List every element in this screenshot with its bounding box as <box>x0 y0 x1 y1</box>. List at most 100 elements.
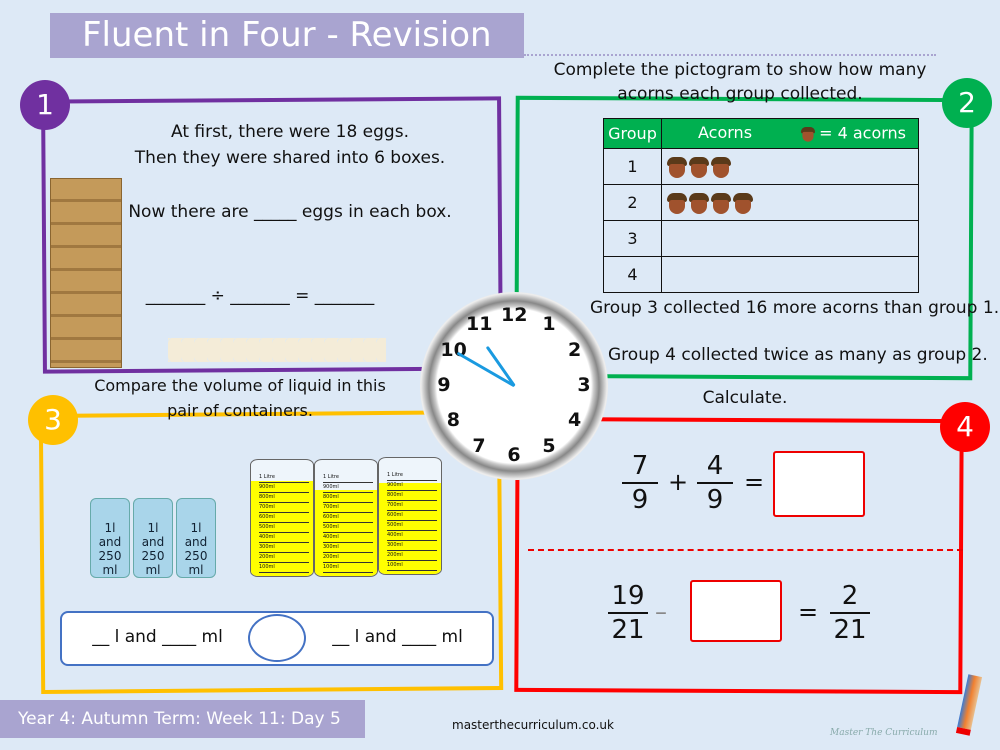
scale-mark: 1 Litre <box>387 472 437 481</box>
q2-instruction-2: acorns each group collected. <box>617 84 863 104</box>
q4-heading: Calculate. <box>702 388 788 408</box>
question-4-badge: 4 <box>940 402 990 452</box>
group-cell: 3 <box>603 220 662 257</box>
divider-dashed <box>528 549 963 551</box>
group-cell: 1 <box>603 148 662 185</box>
clock-number: 12 <box>501 304 528 326</box>
scale-mark: 500ml <box>323 524 373 533</box>
pictogram-table: Group Acorns = 4 acorns 1 2 3 4 <box>603 118 919 293</box>
scale-mark: 400ml <box>259 534 309 543</box>
answer-box-2[interactable] <box>690 580 782 642</box>
footer-url[interactable]: masterthecurriculum.co.uk <box>452 718 614 732</box>
equals-sign: = <box>744 468 765 496</box>
acorn-icon <box>733 192 753 214</box>
page-title: Fluent in Four - Revision <box>50 13 524 58</box>
answer-left[interactable]: __ l and ____ ml <box>70 627 245 647</box>
boxes-image <box>50 178 122 368</box>
scale-mark: 700ml <box>323 504 373 513</box>
eggs-image <box>168 338 386 362</box>
q3-line1: Compare the volume of liquid in this <box>94 376 386 395</box>
jar: 1l and 250 ml <box>133 498 173 578</box>
clock-number: 9 <box>437 374 451 396</box>
q1-equation: _______ ÷ _______ = _______ <box>145 286 375 306</box>
jar: 1l and 250 ml <box>90 498 130 578</box>
scale-mark: 900ml <box>387 482 437 491</box>
clock-number: 5 <box>542 434 556 457</box>
fraction: 2 21 <box>830 580 870 646</box>
scale-mark: 700ml <box>387 502 437 511</box>
comparison-circle[interactable] <box>248 614 306 662</box>
plus-sign: + <box>668 468 689 496</box>
q2-instruction-1: Complete the pictogram to show how many <box>553 60 927 80</box>
question-2-badge: 2 <box>942 78 992 128</box>
minus-sign: – <box>655 598 667 626</box>
key-label: = 4 acorns <box>819 123 906 142</box>
acorn-icon <box>711 192 731 214</box>
q1-line3: Now there are _____ eggs in each box. <box>128 202 452 222</box>
q1-line1: At first, there were 18 eggs. <box>171 122 409 142</box>
clock-number: 2 <box>567 339 582 361</box>
q1-line2: Then they were shared into 6 boxes. <box>134 148 446 168</box>
scale-mark: 700ml <box>259 504 309 513</box>
scale-mark: 300ml <box>259 544 309 553</box>
acorn-cell[interactable] <box>661 220 919 257</box>
scale-mark: 200ml <box>387 552 437 561</box>
clock-number: 1 <box>542 313 556 336</box>
hour-hand <box>485 345 516 387</box>
beaker: 1 Litre 900ml 800ml 700ml 600ml 500ml 400ml 300… <box>378 457 442 575</box>
scale-mark: 800ml <box>259 494 309 503</box>
header-acorns: Acorns <box>698 122 753 142</box>
scale-mark: 100ml <box>259 564 309 573</box>
scale-mark: 1 Litre <box>259 474 309 483</box>
acorn-cell[interactable] <box>661 148 919 185</box>
question-4-panel <box>514 416 964 695</box>
clock-number: 7 <box>472 434 486 457</box>
acorn-icon <box>689 156 709 178</box>
q3-line2: pair of containers. <box>167 401 313 420</box>
scale-mark: 800ml <box>387 492 437 501</box>
q2-fact-2: Group 4 collected twice as many as group… <box>608 345 988 365</box>
footer-label: Year 4: Autumn Term: Week 11: Day 5 <box>0 700 365 738</box>
jar: 1l and 250 ml <box>176 498 216 578</box>
logo-text: Master The Curriculum <box>830 728 938 738</box>
clock-number: 3 <box>577 374 591 396</box>
answer-right[interactable]: __ l and ____ ml <box>310 627 485 647</box>
table-row: 4 <box>603 256 919 293</box>
scale-mark: 200ml <box>259 554 309 563</box>
scale-mark: 200ml <box>323 554 373 563</box>
clock-number: 11 <box>466 313 493 336</box>
scale-mark: 600ml <box>387 512 437 521</box>
scale-mark: 800ml <box>323 494 373 503</box>
table-row: 2 <box>603 184 919 221</box>
scale-mark: 100ml <box>387 562 437 571</box>
group-cell: 4 <box>603 256 662 293</box>
acorn-icon <box>801 126 816 142</box>
group-cell: 2 <box>603 184 662 221</box>
acorn-icon <box>711 156 731 178</box>
clock-number: 8 <box>446 409 460 431</box>
q2-fact-1: Group 3 collected 16 more acorns than gr… <box>590 298 1000 318</box>
answer-box-1[interactable] <box>773 451 865 517</box>
beaker: 1 Litre 900ml 800ml 700ml 600ml 500ml 400ml 300… <box>250 459 314 577</box>
scale-mark: 300ml <box>387 542 437 551</box>
fraction: 79 <box>622 450 658 516</box>
scale-mark: 100ml <box>323 564 373 573</box>
acorn-icon <box>667 192 687 214</box>
acorn-cell[interactable] <box>661 184 919 221</box>
table-row: 1 <box>603 148 919 185</box>
scale-mark: 900ml <box>259 484 309 493</box>
clock-number: 4 <box>567 409 582 431</box>
question-1-badge: 1 <box>20 80 70 130</box>
scale-mark: 500ml <box>387 522 437 531</box>
acorn-icon <box>667 156 687 178</box>
scale-mark: 400ml <box>323 534 373 543</box>
acorn-cell[interactable] <box>661 256 919 293</box>
scale-mark: 1 Litre <box>323 474 373 483</box>
clock: 12 1 2 3 4 5 6 7 8 9 10 11 <box>420 292 608 480</box>
table-row: 3 <box>603 220 919 257</box>
scale-mark: 300ml <box>323 544 373 553</box>
scale-mark: 900ml <box>323 484 373 493</box>
equals-sign: = <box>798 598 819 626</box>
scale-mark: 400ml <box>387 532 437 541</box>
scale-mark: 600ml <box>323 514 373 523</box>
